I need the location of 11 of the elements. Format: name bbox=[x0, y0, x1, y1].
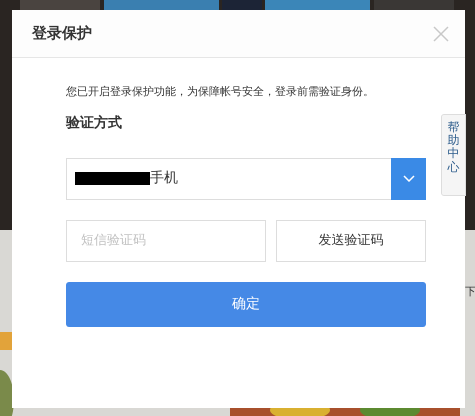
dropdown-button[interactable] bbox=[391, 158, 426, 200]
confirm-button[interactable]: 确定 bbox=[66, 282, 426, 326]
notice-text: 您已开启登录保护功能，为保障帐号安全，登录前需验证身份。 bbox=[66, 84, 375, 100]
select-value: 手机 bbox=[150, 169, 178, 188]
section-label: 验证方式 bbox=[66, 114, 123, 132]
method-select[interactable]: 手机 bbox=[66, 158, 426, 200]
dialog-title: 登录保护 bbox=[32, 23, 92, 44]
send-code-button[interactable]: 发送验证码 bbox=[276, 220, 426, 262]
help-tab[interactable]: 帮助中心 bbox=[441, 114, 466, 196]
code-field[interactable]: 短信验证码 bbox=[66, 220, 266, 262]
chevron-down-icon bbox=[402, 175, 414, 182]
